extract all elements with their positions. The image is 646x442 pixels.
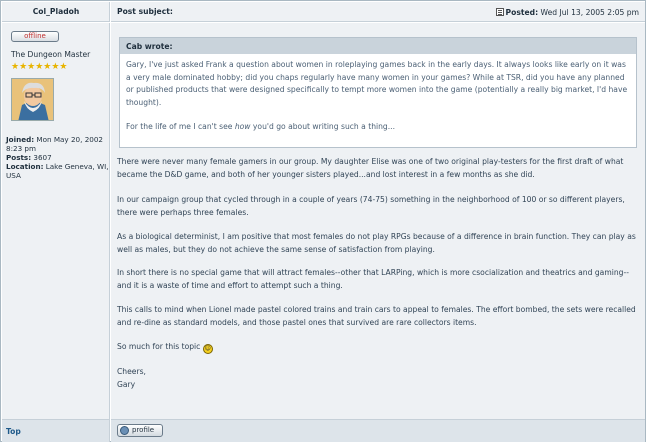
- posted-label: Posted:: [505, 8, 539, 17]
- quote-paragraph: For the life of me I can't see how you'd…: [126, 122, 395, 132]
- author-details: Joined: Mon May 20, 2002 8:23 pm Posts: …: [6, 135, 109, 180]
- posts-label: Posts:: [6, 153, 32, 162]
- wizard-avatar-icon: [11, 78, 54, 121]
- post-paragraph: So much for this topic ☺: [117, 342, 213, 354]
- post-subject-label: Post subject:: [117, 7, 173, 16]
- profile-button[interactable]: profile: [117, 424, 163, 437]
- location-label: Location:: [6, 162, 44, 171]
- profile-label: profile: [132, 426, 155, 434]
- offline-status-badge: offline: [11, 31, 59, 42]
- author-header-cell: Col_Pladoh: [2, 2, 110, 22]
- footer-left: Top: [2, 419, 110, 442]
- quote-text: Gary, I've just asked Frank a question a…: [120, 54, 636, 151]
- author-profile: offline The Dungeon Master ★★★★★★★ Joine…: [2, 23, 110, 419]
- author-name[interactable]: Col_Pladoh: [2, 7, 110, 16]
- quote-block: Cab wrote: Gary, I've just asked Frank a…: [119, 37, 637, 148]
- post-paragraph: In short there is no special game that w…: [117, 268, 629, 290]
- joined-label: Joined:: [6, 135, 35, 144]
- post-body: Cab wrote: Gary, I've just asked Frank a…: [111, 23, 645, 419]
- smiley-icon: ☺: [202, 344, 213, 354]
- posts-value: 3607: [33, 153, 52, 162]
- post-paragraph: As a biological determinist, I am positi…: [117, 232, 636, 254]
- quote-header: Cab wrote:: [120, 38, 636, 54]
- posted-date: Wed Jul 13, 2005 2:05 pm: [540, 8, 639, 17]
- author-rank: The Dungeon Master: [11, 50, 91, 59]
- post-container: Col_Pladoh Post subject: Posted: Wed Jul…: [0, 0, 646, 442]
- post-signoff: Cheers,: [117, 367, 146, 376]
- top-link[interactable]: Top: [6, 427, 21, 436]
- quote-paragraph: Gary, I've just asked Frank a question a…: [126, 60, 628, 107]
- profile-icon: [120, 426, 129, 435]
- post-paragraph: There were never many female gamers in o…: [117, 157, 624, 179]
- post-signature: Gary: [117, 380, 136, 389]
- post-icon[interactable]: [495, 8, 504, 16]
- post-header-cell: Post subject: Posted: Wed Jul 13, 2005 2…: [111, 2, 645, 22]
- rank-stars: ★★★★★★★: [11, 62, 68, 72]
- posted-info: Posted: Wed Jul 13, 2005 2:05 pm: [495, 7, 639, 17]
- footer-right: profile: [111, 419, 645, 442]
- post-paragraph: In our campaign group that cycled throug…: [117, 195, 625, 217]
- post-paragraph: This calls to mind when Lionel made past…: [117, 305, 636, 327]
